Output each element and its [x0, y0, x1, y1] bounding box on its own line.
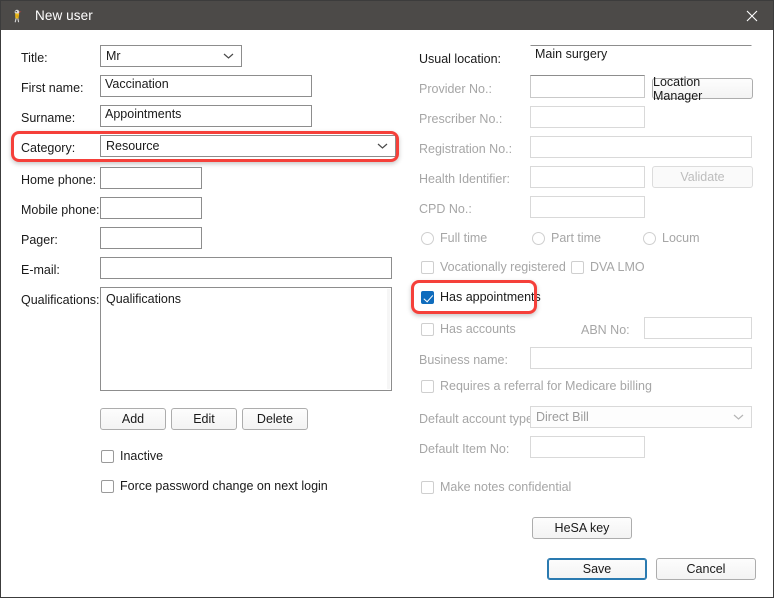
mobile-phone-label: Mobile phone:: [21, 203, 100, 217]
default-account-type-combo[interactable]: Direct Bill: [530, 406, 752, 428]
radio-part-time[interactable]: Part time: [532, 231, 601, 245]
make-notes-confidential-checkbox[interactable]: Make notes confidential: [421, 480, 571, 494]
delete-button[interactable]: Delete: [242, 408, 308, 430]
close-button[interactable]: [729, 1, 773, 30]
radio-locum-label: Locum: [662, 231, 700, 245]
pager-label: Pager:: [21, 233, 58, 247]
radio-locum[interactable]: Locum: [643, 231, 700, 245]
default-account-type-label: Default account type:: [419, 412, 537, 426]
radio-circle: [421, 231, 434, 245]
category-label: Category:: [21, 141, 76, 155]
chevron-down-icon: [223, 53, 234, 60]
checkbox-box: [421, 260, 434, 274]
first-name-value: Vaccination: [105, 77, 169, 91]
vocationally-registered-label: Vocationally registered: [440, 260, 566, 274]
provider-no-input[interactable]: [530, 75, 645, 98]
registration-no-input[interactable]: [530, 136, 752, 158]
requires-referral-label: Requires a referral for Medicare billing: [440, 379, 652, 393]
chevron-down-icon: [377, 143, 388, 150]
surname-input[interactable]: Appointments: [100, 105, 312, 127]
new-user-dialog: New user Title: Mr First name: Vaccinati…: [0, 0, 774, 598]
make-notes-confidential-label: Make notes confidential: [440, 480, 572, 494]
title-combo[interactable]: Mr: [100, 45, 242, 67]
abn-no-label: ABN No:: [581, 323, 630, 337]
radio-part-time-label: Part time: [551, 231, 602, 245]
qualifications-textarea[interactable]: Qualifications: [100, 287, 392, 391]
titlebar: New user: [1, 1, 773, 30]
radio-circle: [643, 231, 656, 245]
home-phone-input[interactable]: [100, 167, 202, 189]
abn-no-input[interactable]: [644, 317, 752, 339]
cpd-no-label: CPD No.:: [419, 202, 472, 216]
checkbox-box: [421, 290, 434, 304]
inactive-checkbox[interactable]: Inactive: [101, 449, 163, 463]
surname-value: Appointments: [105, 107, 182, 121]
default-item-no-label: Default Item No:: [419, 442, 510, 456]
cpd-no-input[interactable]: [530, 196, 645, 218]
save-button[interactable]: Save: [547, 558, 647, 580]
bp-bird-icon: [10, 8, 26, 24]
inactive-label: Inactive: [120, 449, 164, 463]
edit-button[interactable]: Edit: [171, 408, 237, 430]
has-accounts-checkbox[interactable]: Has accounts: [421, 322, 516, 336]
email-label: E-mail:: [21, 263, 60, 277]
mobile-phone-input[interactable]: [100, 197, 202, 219]
business-name-label: Business name:: [419, 353, 508, 367]
default-item-no-input[interactable]: [530, 436, 645, 458]
qualifications-scrollbar[interactable]: [387, 289, 390, 389]
dva-lmo-label: DVA LMO: [590, 260, 645, 274]
checkbox-box: [101, 479, 114, 493]
default-account-type-value: Direct Bill: [536, 410, 589, 424]
home-phone-label: Home phone:: [21, 173, 97, 187]
window-title: New user: [35, 8, 93, 23]
health-identifier-input[interactable]: [530, 166, 645, 188]
checkbox-box: [421, 322, 434, 336]
qualifications-value: Qualifications: [106, 292, 182, 306]
first-name-label: First name:: [21, 81, 84, 95]
checkbox-box: [571, 260, 584, 274]
validate-button[interactable]: Validate: [652, 166, 753, 188]
provider-no-label: Provider No.:: [419, 82, 492, 96]
email-input[interactable]: [100, 257, 392, 279]
category-combo[interactable]: Resource: [100, 135, 396, 157]
cancel-button[interactable]: Cancel: [656, 558, 756, 580]
hesa-key-button[interactable]: HeSA key: [532, 517, 632, 539]
requires-referral-checkbox[interactable]: Requires a referral for Medicare billing: [421, 379, 652, 393]
checkbox-box: [421, 480, 434, 494]
pager-input[interactable]: [100, 227, 202, 249]
radio-full-time[interactable]: Full time: [421, 231, 487, 245]
registration-no-label: Registration No.:: [419, 142, 513, 156]
prescriber-no-input[interactable]: [530, 106, 645, 128]
business-name-input[interactable]: [530, 347, 752, 369]
checkbox-box: [421, 379, 434, 393]
radio-full-time-label: Full time: [440, 231, 488, 245]
dva-lmo-checkbox[interactable]: DVA LMO: [571, 260, 645, 274]
checkbox-box: [101, 449, 114, 463]
prescriber-no-label: Prescriber No.:: [419, 112, 503, 126]
usual-location-input[interactable]: Main surgery: [530, 45, 752, 67]
category-combo-value: Resource: [106, 139, 160, 153]
title-combo-value: Mr: [106, 49, 121, 63]
title-label: Title:: [21, 51, 48, 65]
health-identifier-label: Health Identifier:: [419, 172, 511, 186]
usual-location-value: Main surgery: [535, 47, 608, 61]
has-appointments-label: Has appointments: [440, 290, 541, 304]
surname-label: Surname:: [21, 111, 76, 125]
usual-location-label: Usual location:: [419, 52, 501, 66]
chevron-down-icon: [733, 414, 744, 421]
force-password-change-label: Force password change on next login: [120, 479, 328, 493]
vocationally-registered-checkbox[interactable]: Vocationally registered: [421, 260, 566, 274]
first-name-input[interactable]: Vaccination: [100, 75, 312, 97]
qualifications-label: Qualifications:: [21, 293, 100, 307]
add-button[interactable]: Add: [100, 408, 166, 430]
dialog-body: Title: Mr First name: Vaccination Surnam…: [1, 30, 773, 597]
has-appointments-checkbox[interactable]: Has appointments: [421, 290, 541, 304]
has-accounts-label: Has accounts: [440, 322, 516, 336]
radio-circle: [532, 231, 545, 245]
force-password-change-checkbox[interactable]: Force password change on next login: [101, 479, 328, 493]
location-manager-button[interactable]: Location Manager: [652, 75, 753, 103]
